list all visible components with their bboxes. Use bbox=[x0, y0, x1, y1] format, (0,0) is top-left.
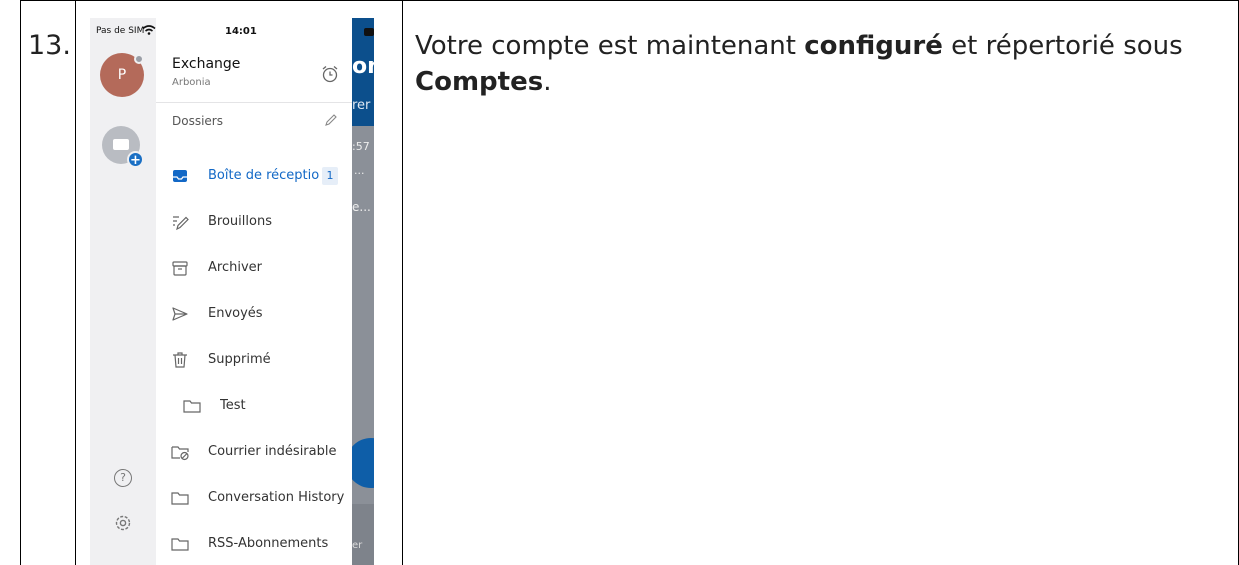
folder-label: Envoyés bbox=[208, 306, 263, 321]
description-bold: configuré bbox=[804, 31, 943, 61]
inbox-icon bbox=[173, 170, 187, 182]
table-border-left bbox=[20, 0, 21, 565]
folder-icon bbox=[171, 492, 189, 505]
table-column-divider bbox=[75, 0, 76, 565]
folder-label: Boîte de réceptio bbox=[208, 168, 320, 183]
archive-icon bbox=[172, 261, 188, 276]
folder-label: Conversation History bbox=[208, 490, 345, 505]
folder-label: Archiver bbox=[208, 260, 262, 275]
folder-item-rss[interactable]: RSS-Abonnements bbox=[156, 524, 352, 564]
background-message-preview: e... bbox=[352, 200, 371, 214]
folder-icon bbox=[183, 400, 201, 413]
description-text: Votre compte est maintenant bbox=[415, 31, 805, 61]
folder-label: Brouillons bbox=[208, 214, 272, 229]
divider bbox=[156, 102, 352, 103]
background-filter: rer bbox=[352, 98, 371, 113]
step-number: 13. bbox=[28, 30, 71, 61]
trash-icon bbox=[173, 352, 187, 368]
folder-label: Courrier indésirable bbox=[208, 444, 337, 459]
background-title: on bbox=[352, 54, 374, 79]
plus-icon: + bbox=[127, 151, 144, 168]
background-tab-label: er bbox=[352, 540, 363, 551]
sent-icon bbox=[172, 307, 188, 321]
folder-drawer: 14:01 Exchange Arbonia Dossiers Boîte de… bbox=[156, 18, 352, 565]
table-column-divider bbox=[402, 0, 403, 565]
presence-dot bbox=[134, 54, 144, 64]
folder-item-test[interactable]: Test bbox=[156, 386, 352, 426]
background-message-time: :57 bbox=[352, 140, 370, 153]
help-icon[interactable]: ? bbox=[114, 469, 132, 487]
folder-label: Test bbox=[220, 398, 246, 413]
gear-icon[interactable] bbox=[113, 513, 133, 533]
account-org: Arbonia bbox=[172, 77, 211, 88]
description-bold: Comptes bbox=[415, 67, 544, 97]
unread-count-badge: 1 bbox=[322, 167, 338, 185]
phone-screenshot: on rer :57 ... e... er Pas de SIM P + ? … bbox=[90, 18, 374, 565]
add-account-icon[interactable]: + bbox=[102, 126, 144, 168]
junk-folder-icon bbox=[171, 446, 189, 461]
folder-item-archive[interactable]: Archiver bbox=[156, 248, 352, 288]
folder-item-inbox[interactable]: Boîte de réceptio 1 bbox=[156, 156, 352, 196]
folder-icon bbox=[171, 538, 189, 551]
drafts-icon bbox=[173, 216, 189, 231]
background-mail-view: on rer :57 ... e... er bbox=[346, 18, 374, 565]
table-border-top bbox=[20, 0, 1239, 1]
folder-item-deleted[interactable]: Supprimé bbox=[156, 340, 352, 380]
account-rail: Pas de SIM P + ? bbox=[90, 18, 156, 565]
envelope-icon bbox=[113, 139, 129, 150]
description-text: . bbox=[543, 67, 552, 97]
folder-item-drafts[interactable]: Brouillons bbox=[156, 202, 352, 242]
status-carrier: Pas de SIM bbox=[96, 26, 145, 36]
background-tab-bar bbox=[352, 504, 374, 565]
folder-item-sent[interactable]: Envoyés bbox=[156, 294, 352, 334]
folder-label: Supprimé bbox=[208, 352, 271, 367]
account-name[interactable]: Exchange bbox=[172, 56, 240, 72]
description-text: et répertorié sous bbox=[942, 31, 1183, 61]
status-time: 14:01 bbox=[225, 26, 257, 37]
folder-item-conversation-history[interactable]: Conversation History bbox=[156, 478, 352, 518]
folder-item-junk[interactable]: Courrier indésirable bbox=[156, 432, 352, 472]
step-description: Votre compte est maintenant configuré et… bbox=[415, 28, 1215, 100]
avatar-letter: P bbox=[117, 67, 127, 83]
wifi-icon bbox=[142, 25, 156, 35]
pencil-icon[interactable] bbox=[324, 113, 338, 127]
alarm-icon[interactable] bbox=[320, 64, 340, 84]
background-message-snippet: ... bbox=[354, 164, 365, 177]
folders-heading: Dossiers bbox=[172, 114, 223, 128]
folder-label: RSS-Abonnements bbox=[208, 536, 329, 551]
battery-icon bbox=[364, 28, 374, 36]
